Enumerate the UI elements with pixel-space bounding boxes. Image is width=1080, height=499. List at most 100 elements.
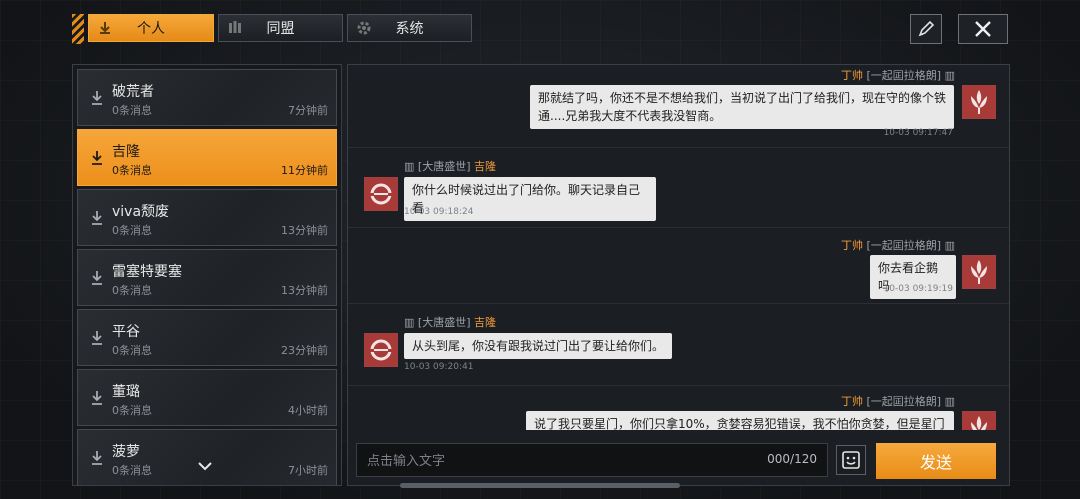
download-arrow-icon — [92, 331, 102, 345]
alliance-icon: ▥ — [404, 160, 415, 173]
contact-message-count: 0条消息 — [112, 224, 152, 237]
emblem-icon — [971, 416, 987, 430]
avatar[interactable] — [364, 333, 398, 367]
send-label: 发送 — [919, 453, 952, 472]
sender-alliance: [一起囸拉格朗] — [866, 239, 942, 252]
sender-name: 吉隆 — [474, 160, 496, 173]
download-arrow-icon — [92, 151, 102, 165]
gear-icon — [356, 20, 372, 36]
message-sender: ▥ [大唐盛世] 吉隆 — [404, 158, 496, 174]
contact-name: 菠萝 — [112, 444, 140, 460]
contact-item[interactable]: 破荒者 0条消息 7分钟前 — [77, 69, 337, 126]
header-stripe — [72, 14, 84, 44]
download-arrow-icon — [92, 271, 102, 285]
tab-label: 系统 — [395, 21, 424, 37]
close-button[interactable] — [958, 14, 1008, 44]
message-timestamp: 10-03 09:20:41 — [404, 362, 474, 372]
chevron-down-icon[interactable] — [198, 461, 212, 471]
contact-message-count: 0条消息 — [112, 104, 152, 117]
pencil-icon — [918, 20, 935, 37]
alliance-icon: ▥ — [944, 69, 955, 82]
download-arrow-icon — [92, 451, 102, 465]
message-bubble: 说了我只要星门，你们只拿10%，贪婪容易犯错误，我不怕你贪婪，但是星门 — [526, 411, 954, 430]
contact-message-count: 0条消息 — [112, 164, 152, 177]
contact-time: 7小时前 — [288, 464, 328, 477]
message-timestamp: 10-03 09:17:47 — [883, 128, 953, 138]
divider — [348, 385, 1009, 386]
contact-item[interactable]: viva颓废 0条消息 13分钟前 — [77, 189, 337, 246]
close-icon — [975, 21, 991, 37]
tab-label: 同盟 — [266, 21, 295, 37]
download-arrow-icon — [92, 211, 102, 225]
message-timestamp: 10-03 09:18:24 — [404, 207, 474, 217]
sender-name: 丁帅 — [841, 69, 863, 82]
contact-item-selected[interactable]: 吉隆 0条消息 11分钟前 — [77, 129, 337, 186]
contact-time: 11分钟前 — [281, 164, 328, 177]
contact-message-count: 0条消息 — [112, 284, 152, 297]
message-sender: 丁帅 [一起囸拉格朗] ▥ — [841, 393, 955, 409]
message-timestamp: 10-03 09:19:19 — [883, 284, 953, 294]
message-sender: ▥ [大唐盛世] 吉隆 — [404, 314, 496, 330]
avatar[interactable] — [962, 255, 996, 289]
message-sender: 丁帅 [一起囸拉格朗] ▥ — [841, 67, 955, 83]
contact-time: 23分钟前 — [281, 344, 328, 357]
contact-name: 吉隆 — [112, 144, 140, 160]
contact-message-count: 0条消息 — [112, 404, 152, 417]
contact-item[interactable]: 平谷 0条消息 23分钟前 — [77, 309, 337, 366]
contact-name: 雷塞特要塞 — [112, 264, 182, 280]
contact-name: 平谷 — [112, 324, 140, 340]
download-arrow-icon — [97, 20, 113, 36]
sender-alliance: [一起囸拉格朗] — [866, 395, 942, 408]
alliance-icon: ▥ — [944, 395, 955, 408]
message-input-box[interactable]: 000/120 — [356, 443, 828, 477]
sender-name: 丁帅 — [841, 395, 863, 408]
sender-name: 丁帅 — [841, 239, 863, 252]
contact-list[interactable]: 破荒者 0条消息 7分钟前 吉隆 0条消息 11分钟前 viva颓废 0条消息 … — [72, 64, 342, 486]
contact-time: 13分钟前 — [281, 284, 328, 297]
sender-alliance: [大唐盛世] — [417, 160, 471, 173]
message-sender: 丁帅 [一起囸拉格朗] ▥ — [841, 237, 955, 253]
download-arrow-icon — [92, 391, 102, 405]
divider — [348, 227, 1009, 228]
alliance-icon: ▥ — [944, 239, 955, 252]
tab-system[interactable]: 系统 — [347, 14, 472, 42]
message-list[interactable]: 丁帅 [一起囸拉格朗] ▥ 那就结了吗，你还不是不想给我们，当初说了出门了给我们… — [348, 65, 1009, 430]
contact-time: 13分钟前 — [281, 224, 328, 237]
divider — [348, 147, 1009, 148]
contact-name: 董璐 — [112, 384, 140, 400]
contact-item[interactable]: 董璐 0条消息 4小时前 — [77, 369, 337, 426]
emblem-icon — [971, 90, 987, 114]
alliance-icon: ▥ — [404, 316, 415, 329]
tab-alliance[interactable]: 同盟 — [218, 14, 343, 42]
edit-button[interactable] — [910, 14, 942, 44]
contact-item[interactable]: 雷塞特要塞 0条消息 13分钟前 — [77, 249, 337, 306]
emoji-button[interactable] — [836, 445, 866, 475]
contact-item[interactable]: 菠萝 0条消息 7小时前 — [77, 429, 337, 485]
contact-name: viva颓废 — [112, 204, 170, 220]
divider — [348, 303, 1009, 304]
scrollbar[interactable] — [400, 483, 680, 488]
sender-name: 吉隆 — [474, 316, 496, 329]
download-arrow-icon — [92, 91, 102, 105]
emblem-icon — [971, 260, 987, 284]
sender-alliance: [大唐盛世] — [417, 316, 471, 329]
emblem-icon — [370, 339, 392, 361]
avatar[interactable] — [364, 177, 398, 211]
message-bubble: 那就结了吗，你还不是不想给我们，当初说了出门了给我们，现在守的像个铁通....兄… — [530, 85, 954, 129]
contact-time: 4小时前 — [288, 404, 328, 417]
chat-panel: 丁帅 [一起囸拉格朗] ▥ 那就结了吗，你还不是不想给我们，当初说了出门了给我们… — [347, 64, 1010, 486]
avatar[interactable] — [962, 411, 996, 430]
message-bubble: 从头到尾，你没有跟我说过门出了要让给你们。 — [404, 333, 672, 359]
alliance-icon — [227, 20, 243, 36]
contact-name: 破荒者 — [112, 84, 154, 100]
contact-message-count: 0条消息 — [112, 344, 152, 357]
send-button[interactable]: 发送 — [876, 443, 996, 479]
emblem-icon — [370, 183, 392, 205]
contact-message-count: 0条消息 — [112, 464, 152, 477]
contact-time: 7分钟前 — [288, 104, 328, 117]
smiley-icon — [842, 451, 860, 469]
sender-alliance: [一起囸拉格朗] — [866, 69, 942, 82]
message-input[interactable] — [365, 450, 749, 472]
avatar[interactable] — [962, 85, 996, 119]
tab-personal[interactable]: 个人 — [88, 14, 214, 42]
